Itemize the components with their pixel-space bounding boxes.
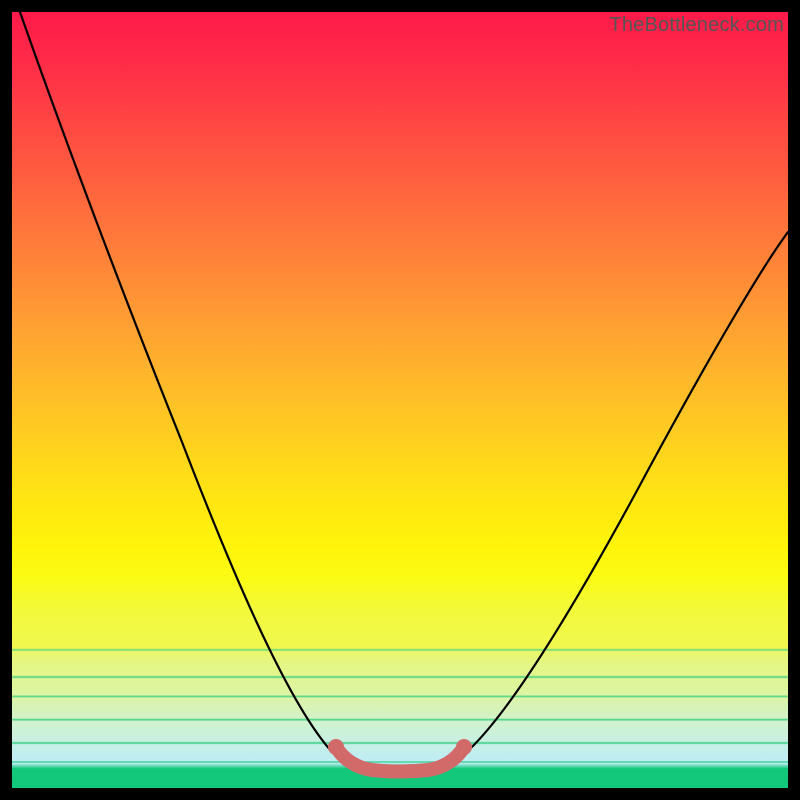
optimal-zone-highlight-line xyxy=(336,747,464,772)
chart-frame: TheBottleneck.com xyxy=(0,0,800,800)
highlight-start-dot xyxy=(328,739,344,755)
chart-overlay-svg xyxy=(12,12,788,788)
highlight-end-dot xyxy=(456,739,472,755)
plot-area xyxy=(12,12,788,788)
watermark-text: TheBottleneck.com xyxy=(609,14,784,37)
bottleneck-curve-line xyxy=(20,12,788,772)
